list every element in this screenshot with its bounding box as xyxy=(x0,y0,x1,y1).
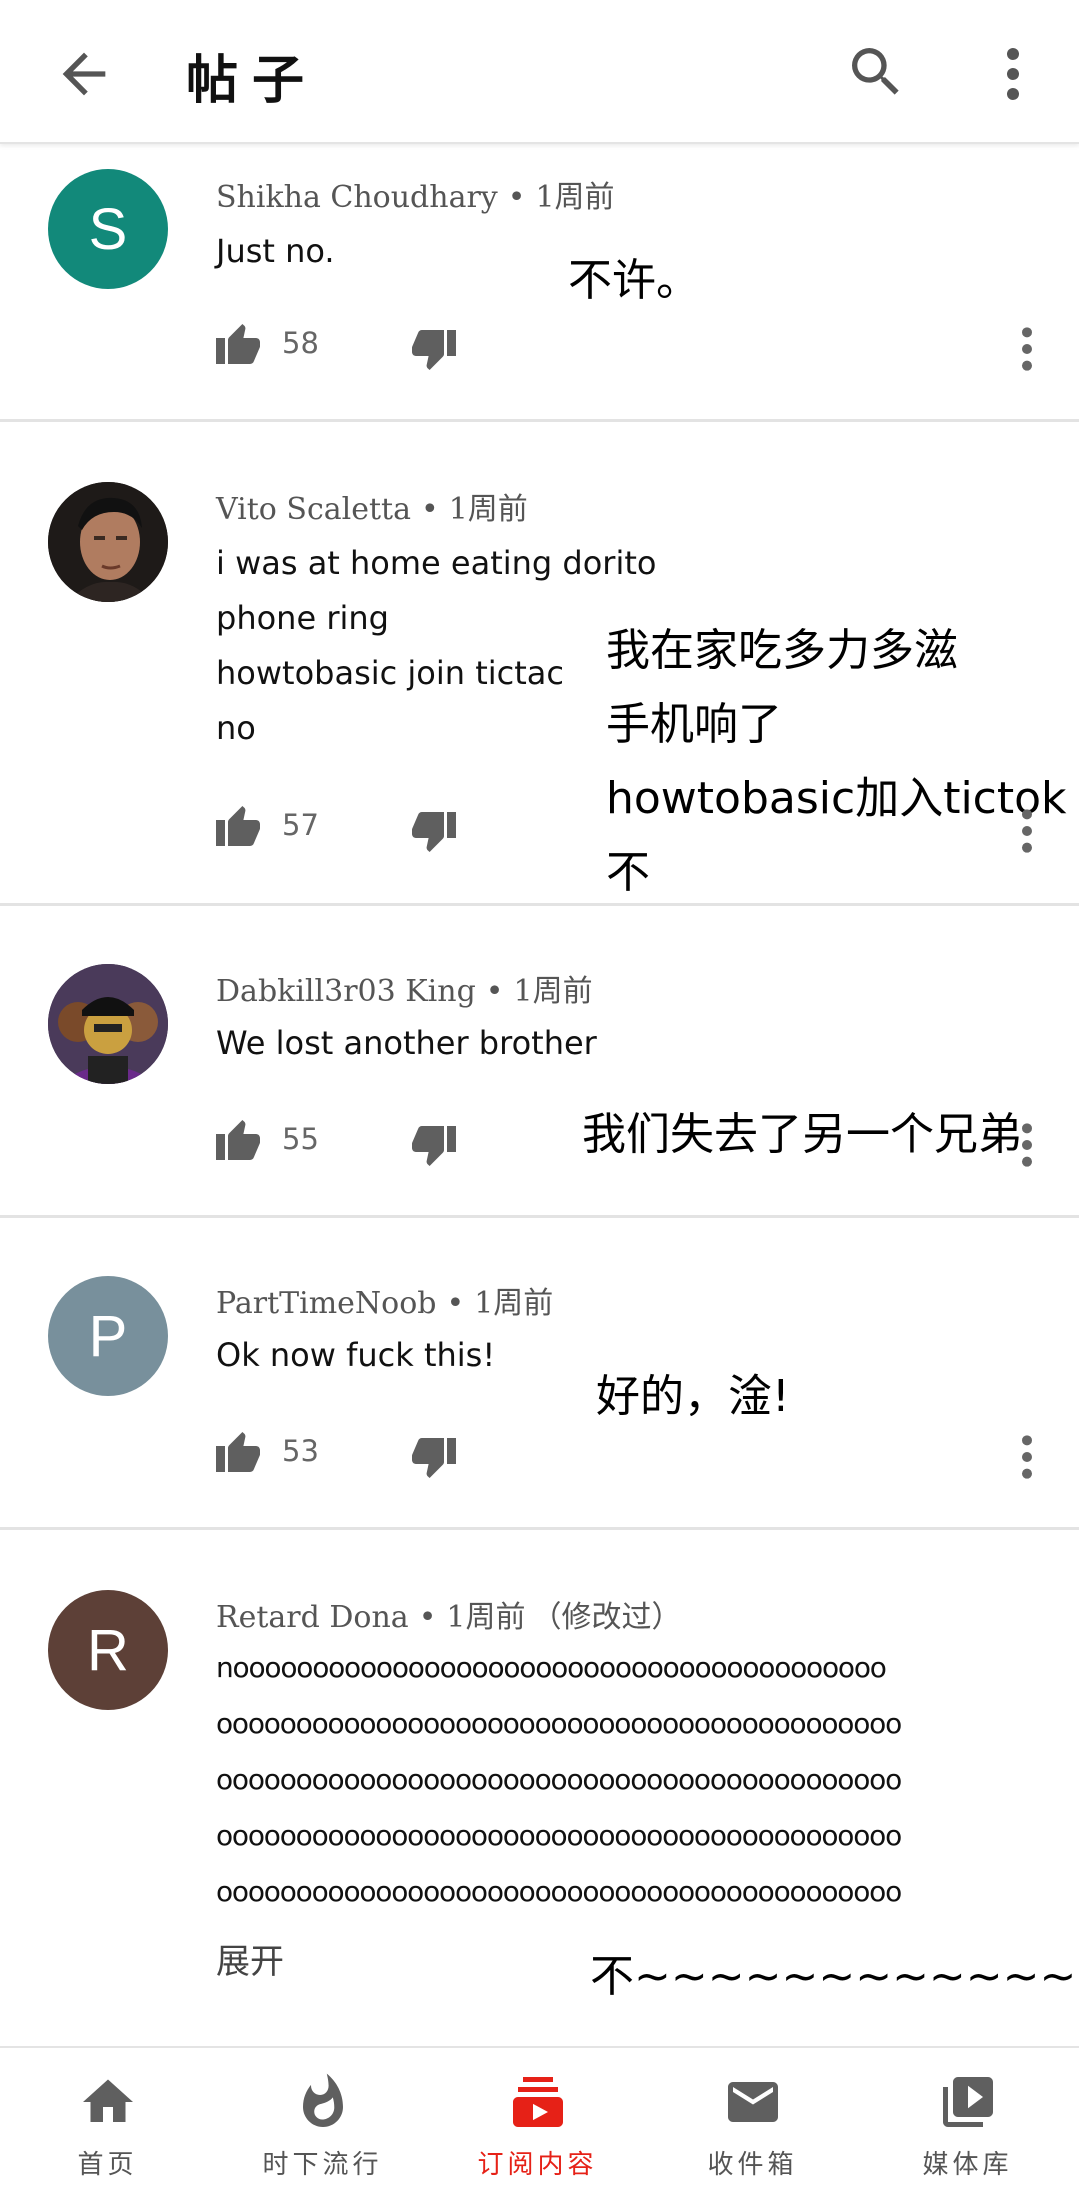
comment-time: 1周前 xyxy=(448,492,528,527)
like-count: 55 xyxy=(282,1122,319,1156)
arrow-back-icon[interactable] xyxy=(52,42,116,106)
separator-dot: • xyxy=(418,1600,437,1635)
like-count: 57 xyxy=(282,808,319,842)
thumbs-up-icon[interactable] xyxy=(216,1116,264,1160)
comment-meta: Vito Scaletta • 1周前 xyxy=(216,484,528,528)
comment-author[interactable]: Dabkill3r03 King xyxy=(216,974,476,1009)
comment-text: We lost another brother xyxy=(216,1024,597,1062)
nav-label: 收件箱 xyxy=(707,2150,798,2180)
separator-dot: • xyxy=(507,180,526,215)
comment-menu-icon[interactable] xyxy=(1012,806,1042,856)
comment-time: 1周前 xyxy=(446,1600,526,1635)
nav-label: 时下流行 xyxy=(262,2150,383,2180)
avatar[interactable] xyxy=(48,482,168,602)
comment-text: Just no. xyxy=(216,232,335,270)
translation-caption: 不许。 xyxy=(568,255,700,306)
comment-time: 1周前 xyxy=(535,180,615,215)
comment-text: Ok now fuck this! xyxy=(216,1336,496,1374)
comment-author[interactable]: Shikha Choudhary xyxy=(216,180,498,215)
comment-author[interactable]: Vito Scaletta xyxy=(216,492,411,527)
page-title: 帖子 xyxy=(186,50,319,111)
nav-label: 首页 xyxy=(77,2150,138,2180)
expand-link[interactable]: 展开 xyxy=(216,1934,284,1983)
app-bar: 帖子 xyxy=(0,0,1079,144)
thumbs-up-icon[interactable] xyxy=(216,1428,264,1472)
translation-caption: 我们失去了另一个兄弟 xyxy=(582,1109,1022,1160)
comment-time: 1周前 xyxy=(474,1286,554,1321)
home-icon xyxy=(83,2079,133,2122)
comment-item: P PartTimeNoob • 1周前 Ok now fuck this! 好的，… xyxy=(0,1218,1079,1530)
comment-text: i was at home eating dorito phone ring h… xyxy=(216,544,657,747)
man-portrait-avatar-icon xyxy=(48,482,168,602)
comment-meta: Shikha Choudhary • 1周前 xyxy=(216,172,615,216)
avatar[interactable]: P xyxy=(48,1276,168,1396)
edited-label: （修改过） xyxy=(531,1600,682,1635)
separator-dot: • xyxy=(446,1286,465,1321)
nav-label: 订阅内容 xyxy=(477,2150,598,2180)
library-icon xyxy=(943,2077,993,2127)
comment-meta: Dabkill3r03 King • 1周前 xyxy=(216,966,593,1010)
nav-item-subscriptions[interactable]: 订阅内容 xyxy=(430,2048,645,2190)
separator-dot: • xyxy=(485,974,504,1009)
comment-menu-icon[interactable] xyxy=(1012,324,1042,374)
comment-menu-icon[interactable] xyxy=(1012,1120,1042,1170)
thumbs-up-icon[interactable] xyxy=(216,802,264,846)
thumbs-down-icon[interactable] xyxy=(408,1126,456,1170)
avatar-letter: R xyxy=(87,1617,129,1683)
thumbs-up-icon[interactable] xyxy=(216,320,264,364)
comment-menu-icon[interactable] xyxy=(1012,1432,1042,1482)
thumbs-down-icon[interactable] xyxy=(408,1438,456,1482)
nav-item-inbox[interactable]: 收件箱 xyxy=(645,2048,860,2190)
avatar[interactable] xyxy=(48,964,168,1084)
separator-dot: • xyxy=(420,492,439,527)
comment-time: 1周前 xyxy=(513,974,593,1009)
comment-item: Vito Scaletta • 1周前 i was at home eating d… xyxy=(0,422,1079,906)
comment-item: R Retard Dona • 1周前 （修改过） noooooooooooooooo… xyxy=(0,1530,1079,2046)
comment-meta: PartTimeNoob • 1周前 xyxy=(216,1278,553,1322)
comment-item: Dabkill3r03 King • 1周前 We lost another bro… xyxy=(0,906,1079,1218)
more-vert-icon[interactable] xyxy=(998,44,1028,104)
nav-label: 媒体库 xyxy=(922,2150,1013,2180)
comment-text: nooooooooooooooooooooooooooooooooooooooo… xyxy=(216,1651,902,1908)
comment-item: S Shikha Choudhary • 1周前 Just no. 不许。 58 xyxy=(0,144,1079,422)
nav-item-trending[interactable]: 时下流行 xyxy=(215,2048,430,2190)
search-icon[interactable] xyxy=(844,40,908,104)
thumbs-down-icon[interactable] xyxy=(408,330,456,374)
avatar-letter: P xyxy=(88,1303,128,1369)
comment-author[interactable]: Retard Dona xyxy=(216,1600,409,1635)
comment-meta: Retard Dona • 1周前 （修改过） xyxy=(216,1592,681,1636)
translation-caption: 不~~~~~~~~~~~~ xyxy=(590,1951,1077,2002)
avatar[interactable]: S xyxy=(48,169,168,289)
trending-flame-icon xyxy=(303,2073,343,2127)
like-count: 53 xyxy=(282,1434,319,1468)
inbox-mail-icon xyxy=(728,2082,778,2122)
nav-item-library[interactable]: 媒体库 xyxy=(860,2048,1075,2190)
avatar[interactable]: R xyxy=(48,1590,168,1710)
cartoon-group-avatar-icon xyxy=(48,964,168,1084)
nav-item-home[interactable]: 首页 xyxy=(0,2048,215,2190)
like-count: 58 xyxy=(282,326,319,360)
thumbs-down-icon[interactable] xyxy=(408,812,456,856)
translation-caption: 好的，淦! xyxy=(596,1371,790,1422)
subscriptions-icon xyxy=(513,2077,563,2127)
avatar-letter: S xyxy=(88,196,128,262)
translation-caption: 我在家吃多力多滋 手机响了 howtobasic加入tictok 不 xyxy=(606,625,1067,898)
comment-author[interactable]: PartTimeNoob xyxy=(216,1286,437,1321)
bottom-navigation: 首页 时下流行 订阅内容 收件箱 媒体库 xyxy=(0,2046,1079,2190)
